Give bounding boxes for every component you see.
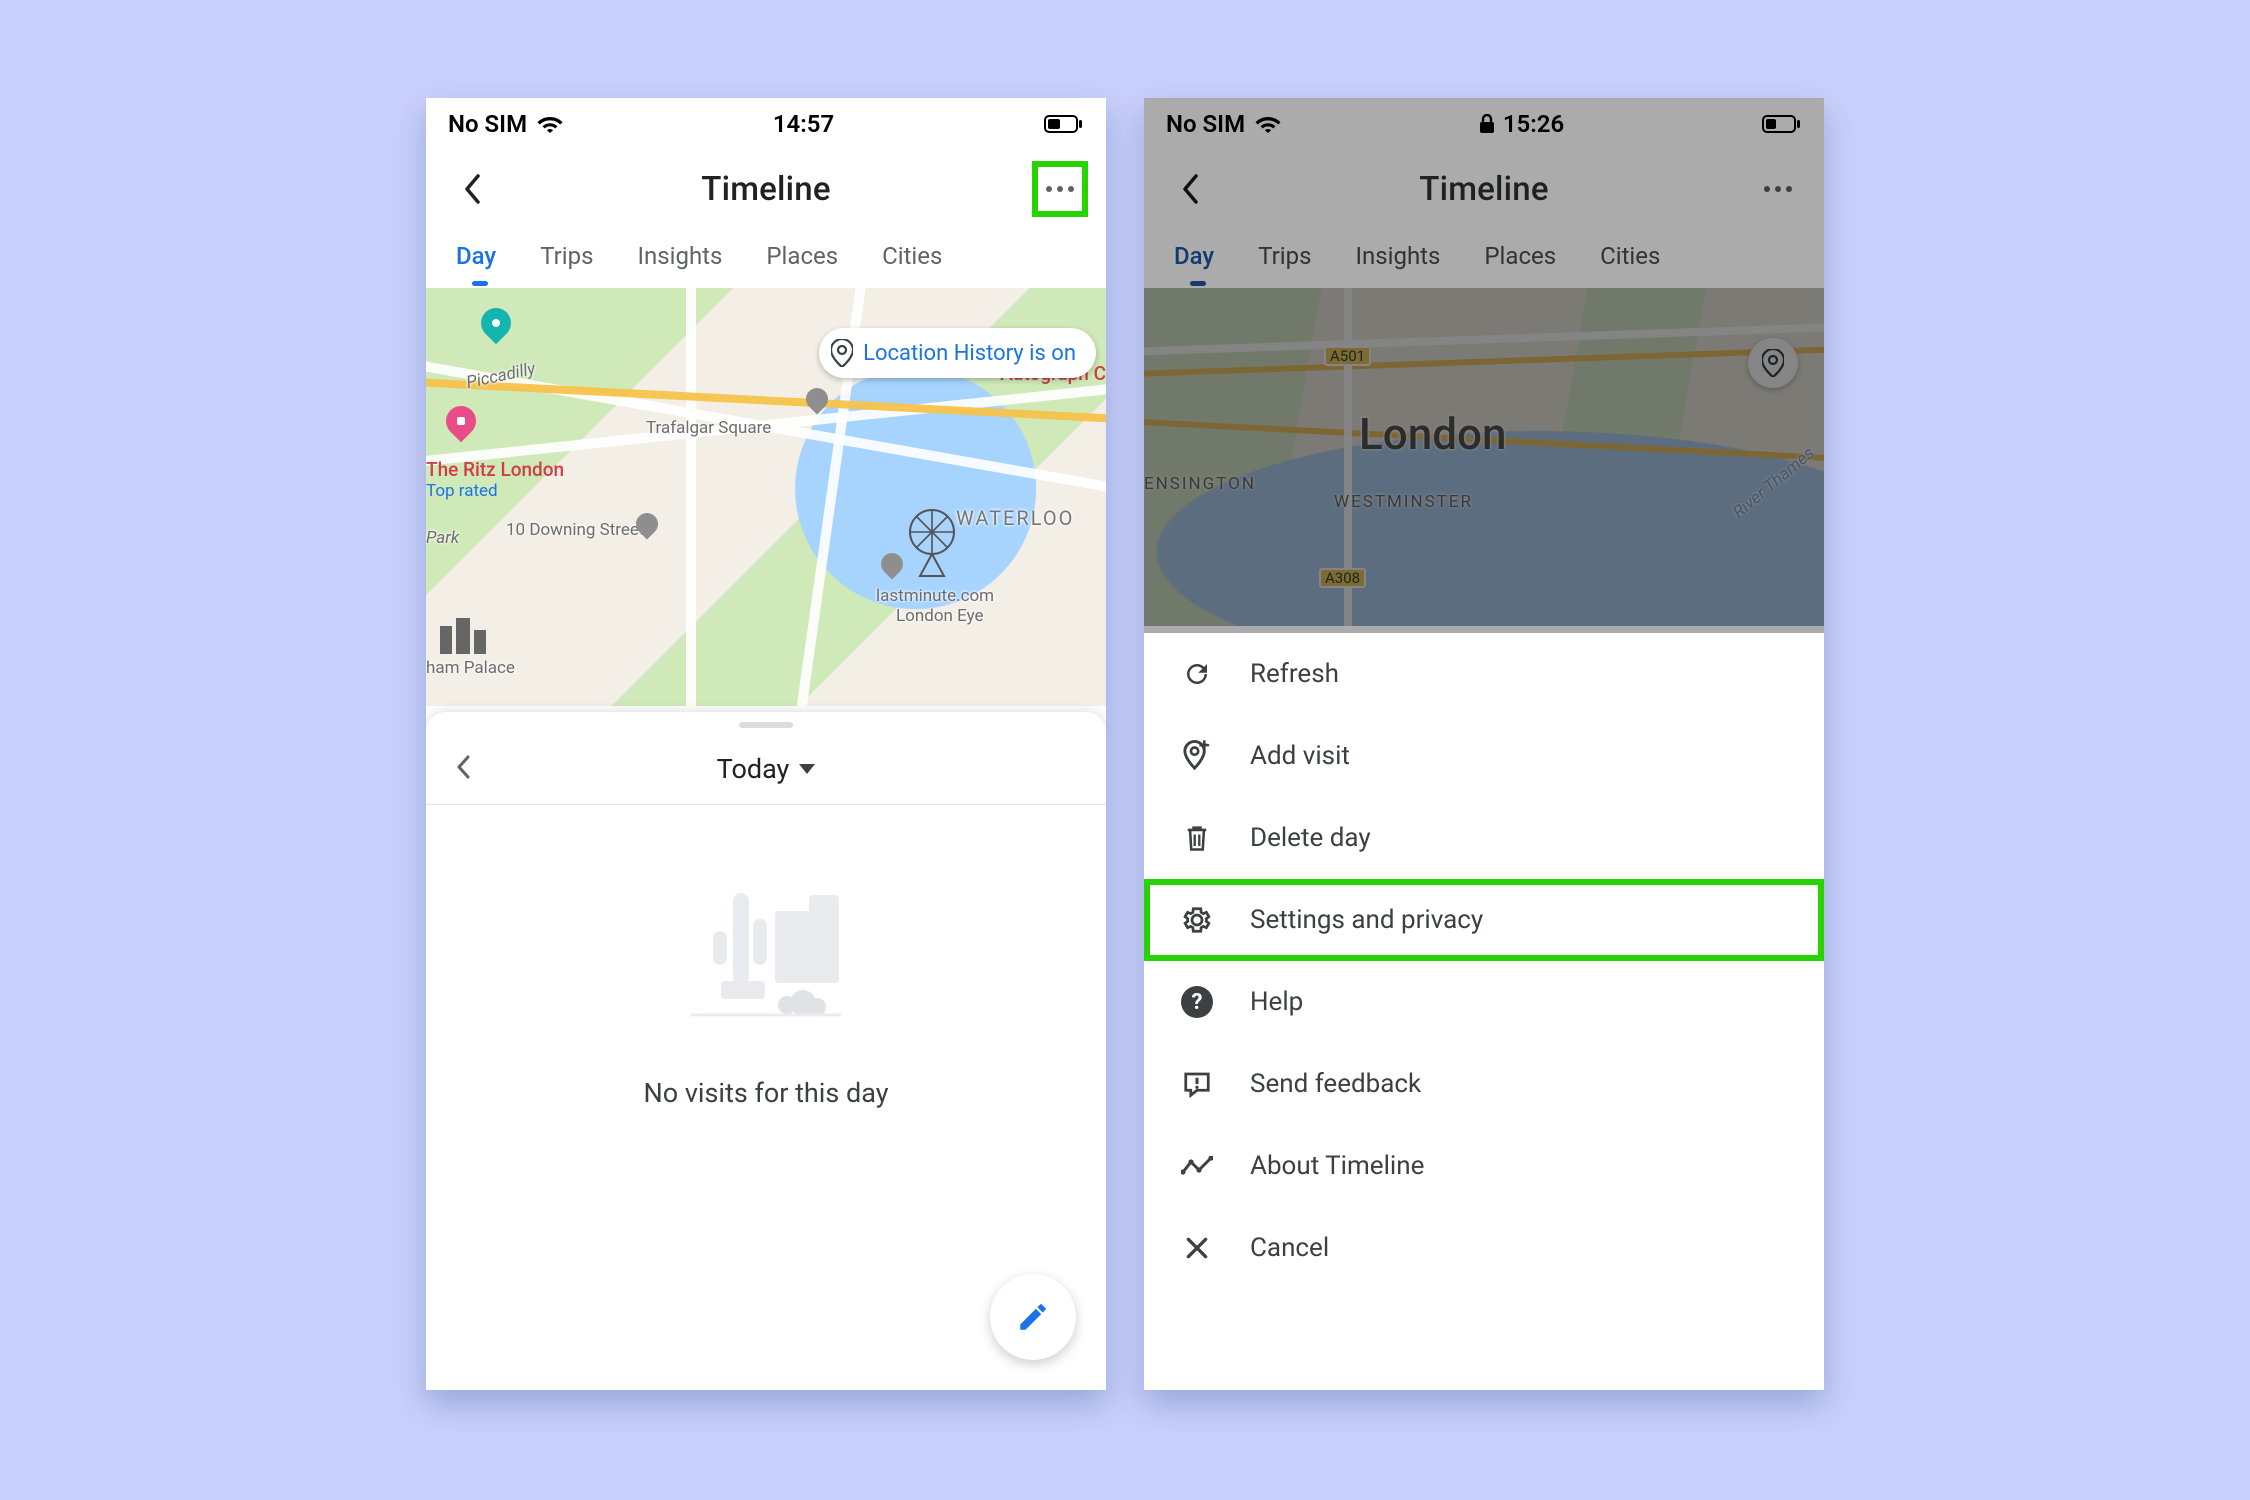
wifi-icon xyxy=(537,114,563,134)
header: Timeline xyxy=(426,150,1106,228)
pin-icon xyxy=(831,339,853,367)
help-icon: ? xyxy=(1180,985,1214,1019)
menu-label: Cancel xyxy=(1250,1233,1329,1263)
tab-places[interactable]: Places xyxy=(744,242,860,270)
tab-insights[interactable]: Insights xyxy=(615,242,744,270)
more-icon xyxy=(1046,186,1074,192)
add-visit-icon xyxy=(1180,739,1214,773)
menu-label: Delete day xyxy=(1250,823,1371,853)
battery-icon xyxy=(1044,114,1084,134)
london-eye-icon xyxy=(906,506,958,578)
trash-icon xyxy=(1180,821,1214,855)
date-label: Today xyxy=(717,753,790,785)
menu-delete-day[interactable]: Delete day xyxy=(1144,797,1824,879)
close-icon xyxy=(1180,1231,1214,1265)
menu-label: Settings and privacy xyxy=(1250,905,1483,935)
map-label: The Ritz London xyxy=(426,458,564,481)
edit-fab[interactable] xyxy=(990,1274,1076,1360)
menu-label: About Timeline xyxy=(1250,1151,1424,1181)
tab-cities[interactable]: Cities xyxy=(860,242,964,270)
menu-send-feedback[interactable]: Send feedback xyxy=(1144,1043,1824,1125)
feedback-icon xyxy=(1180,1067,1214,1101)
history-pill[interactable]: Location History is on xyxy=(819,328,1096,378)
menu-settings-privacy[interactable]: Settings and privacy xyxy=(1144,879,1824,961)
refresh-icon xyxy=(1180,657,1214,691)
tab-day[interactable]: Day xyxy=(452,242,518,270)
more-button[interactable] xyxy=(1036,165,1084,213)
menu-label: Help xyxy=(1250,987,1303,1017)
menu-refresh[interactable]: Refresh xyxy=(1144,633,1824,715)
carrier-text: No SIM xyxy=(448,110,527,138)
tabs: Day Trips Insights Places Cities xyxy=(426,228,1106,288)
date-picker[interactable]: Today xyxy=(486,753,1046,785)
timeline-icon xyxy=(1180,1149,1214,1183)
phone-right: No SIM 15:26 Timeline Day Trips Insi xyxy=(1144,98,1824,1390)
bottom-sheet: Today xyxy=(426,712,1106,1390)
map-label: lastminute.com xyxy=(876,586,994,606)
map-label: WATERLOO xyxy=(956,506,1074,530)
clock-text: 14:57 xyxy=(773,110,834,138)
tab-trips[interactable]: Trips xyxy=(518,242,615,270)
date-bar: Today xyxy=(426,734,1106,804)
action-menu: Refresh Add visit Delete day Settings an… xyxy=(1144,633,1824,1390)
pencil-icon xyxy=(1016,1300,1050,1334)
menu-add-visit[interactable]: Add visit xyxy=(1144,715,1824,797)
previous-day-button[interactable] xyxy=(456,752,486,787)
menu-about-timeline[interactable]: About Timeline xyxy=(1144,1125,1824,1207)
map-label: Top rated xyxy=(426,481,498,501)
back-button[interactable] xyxy=(448,165,496,213)
page-title: Timeline xyxy=(496,170,1036,209)
phone-left: No SIM 14:57 Timeline Day Trips Insights… xyxy=(426,98,1106,1390)
status-bar: No SIM 14:57 xyxy=(426,98,1106,150)
building-icon xyxy=(436,618,496,658)
history-pill-text: Location History is on xyxy=(863,341,1076,366)
map-label: Park xyxy=(426,528,459,548)
menu-label: Send feedback xyxy=(1250,1069,1421,1099)
menu-label: Refresh xyxy=(1250,659,1339,689)
scrim[interactable] xyxy=(1144,98,1824,633)
map[interactable]: Piccadilly Trafalgar Square 10 Downing S… xyxy=(426,288,1106,706)
empty-illustration xyxy=(681,865,851,1035)
menu-cancel[interactable]: Cancel xyxy=(1144,1207,1824,1289)
menu-help[interactable]: ? Help xyxy=(1144,961,1824,1043)
map-label: 10 Downing Street xyxy=(506,520,644,540)
map-label: London Eye xyxy=(896,606,984,626)
map-label: ham Palace xyxy=(426,658,515,678)
gear-icon xyxy=(1180,903,1214,937)
empty-message: No visits for this day xyxy=(644,1077,889,1109)
drag-handle[interactable] xyxy=(739,722,793,728)
map-label: Trafalgar Square xyxy=(646,418,771,438)
menu-label: Add visit xyxy=(1250,741,1350,771)
empty-state: No visits for this day xyxy=(426,805,1106,1109)
chevron-down-icon xyxy=(799,764,815,774)
